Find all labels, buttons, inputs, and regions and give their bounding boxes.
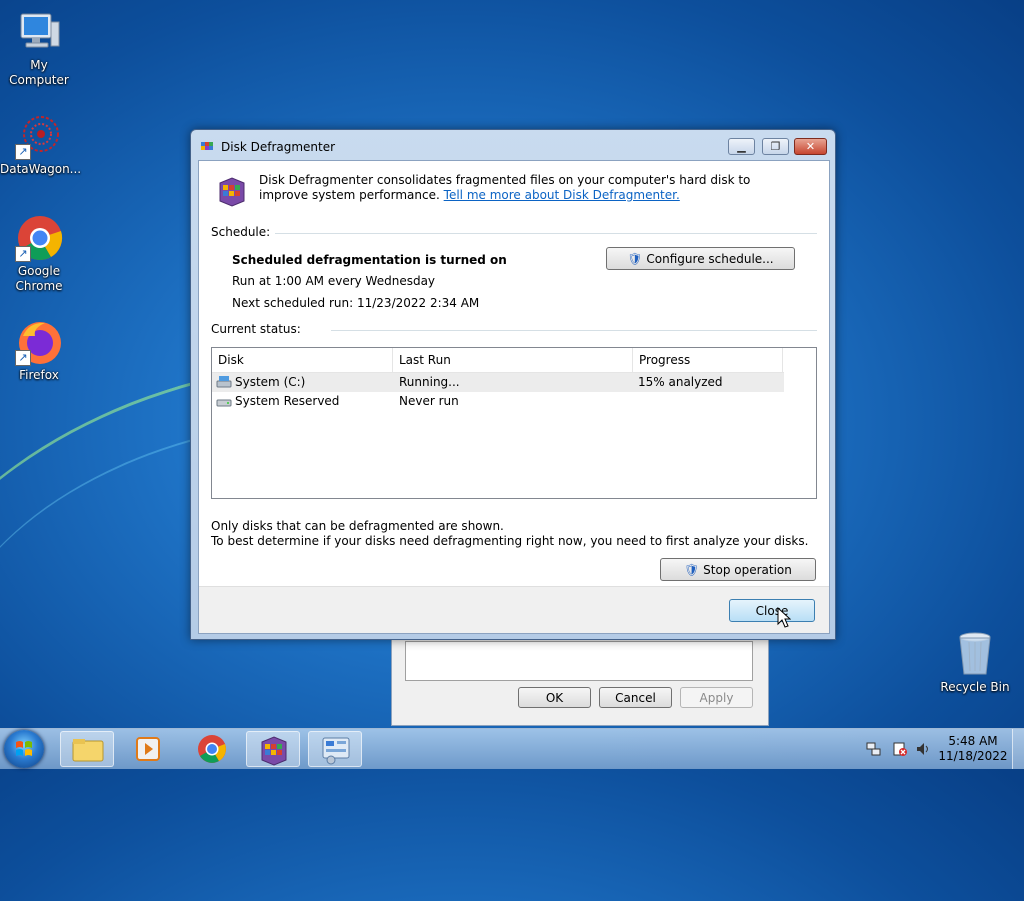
desktop-icon-label: DataWagon... [0,162,82,176]
network-icon[interactable] [866,741,882,761]
taskbar-explorer[interactable] [60,731,114,767]
action-center-icon[interactable] [892,741,908,761]
desktop-icon-label: Firefox [19,368,59,382]
desktop-icon-label: Recycle Bin [940,680,1010,694]
desktop-icon-label: Google Chrome [15,264,63,293]
ok-button[interactable]: OK [518,687,591,708]
disk-last-run: Running... [399,375,460,389]
column-header-progress[interactable]: Progress [633,348,783,372]
restore-icon: ❐ [770,140,781,153]
shortcut-arrow-icon: ↗ [15,350,31,366]
taskbar-media-player[interactable] [122,731,176,767]
media-player-icon [136,737,160,761]
disk-name: System (C:) [235,375,306,389]
schedule-heading: Schedule: [211,225,271,239]
title-bar[interactable]: Disk Defragmenter ▁ ❐ ✕ [191,130,835,160]
uac-shield-icon: 🛡 [684,563,700,577]
learn-more-link[interactable]: Tell me more about Disk Defragmenter. [444,188,680,202]
volume-icon[interactable] [915,741,931,761]
info-note: Only disks that can be defragmented are … [211,519,504,533]
configure-schedule-label: Configure schedule... [646,252,774,266]
recycle-bin-icon [951,630,999,678]
clock[interactable]: 5:48 AM 11/18/2022 [938,734,1008,764]
reserved-drive-icon [216,395,232,415]
firefox-icon: ↗ [15,318,63,366]
close-window-button[interactable]: ✕ [794,138,827,155]
description: Disk Defragmenter consolidates fragmente… [259,173,799,203]
background-dialog-panel [405,641,753,681]
show-desktop-button[interactable] [1012,729,1024,769]
taskbar: 5:48 AM 11/18/2022 [0,728,1024,769]
desktop-icon-label: My Computer [9,58,69,87]
maximize-button[interactable]: ❐ [762,138,789,155]
shortcut-arrow-icon: ↗ [15,144,31,160]
current-status-heading: Current status: [211,322,301,336]
chrome-icon [198,735,226,763]
defrag-app-icon [200,139,214,153]
taskbar-control-panel[interactable] [308,731,362,767]
schedule-divider [275,233,817,234]
disk-list[interactable]: Disk Last Run Progress System (C:) Runni… [211,347,817,499]
stop-operation-label: Stop operation [703,563,792,577]
desktop-icon-firefox[interactable]: ↗ Firefox [0,318,78,383]
column-header-last-run[interactable]: Last Run [393,348,633,372]
uac-shield-icon: 🛡 [627,252,643,266]
button-bar: Close [199,586,829,633]
desktop-icon-google-chrome[interactable]: ↗ Google Chrome [0,214,78,294]
next-scheduled-run: Next scheduled run: 11/23/2022 2:34 AM [232,296,480,310]
close-button[interactable]: Close [729,599,815,622]
disk-name: System Reserved [235,394,340,408]
cancel-button[interactable]: Cancel [599,687,672,708]
disk-row[interactable]: System (C:) Running... 15% analyzed [212,373,784,392]
window-client-area: Disk Defragmenter consolidates fragmente… [198,160,830,634]
defrag-icon [261,736,287,766]
clock-time: 5:48 AM [948,734,998,748]
defrag-icon [217,175,247,207]
desktop-icon-my-computer[interactable]: My Computer [0,8,78,88]
disk-list-header: Disk Last Run Progress [212,348,784,373]
schedule-status: Scheduled defragmentation is turned on [232,253,507,267]
control-panel-icon [322,737,350,765]
status-divider [331,330,817,331]
window-title: Disk Defragmenter [221,140,336,154]
schedule-run-at: Run at 1:00 AM every Wednesday [232,274,436,288]
info-note: To best determine if your disks need def… [211,534,809,548]
configure-schedule-button[interactable]: 🛡 Configure schedule... [606,247,795,270]
windows-logo-icon [16,741,32,756]
minimize-button[interactable]: ▁ [728,138,755,155]
chrome-icon: ↗ [15,214,63,262]
disk-row[interactable]: System Reserved Never run [212,392,784,411]
desktop-icon-datawagon[interactable]: ↗ DataWagon... [0,112,82,177]
disk-progress: 15% analyzed [638,375,723,389]
column-header-disk[interactable]: Disk [212,348,393,372]
clock-date: 11/18/2022 [938,749,1008,763]
folder-icon [72,739,104,762]
mouse-cursor [777,606,792,632]
taskbar-chrome[interactable] [185,731,239,767]
disk-defragmenter-window: Disk Defragmenter ▁ ❐ ✕ Disk Defragmente… [190,129,836,640]
minimize-icon: ▁ [737,140,746,153]
desktop-icon-recycle-bin[interactable]: Recycle Bin [936,630,1014,695]
taskbar-disk-defragmenter[interactable] [246,731,300,767]
close-icon: ✕ [805,140,816,153]
apply-button[interactable]: Apply [680,687,753,708]
computer-icon [15,8,63,56]
stop-operation-button[interactable]: 🛡 Stop operation [660,558,816,581]
info-notes: Only disks that can be defragmented are … [211,519,808,549]
start-button[interactable] [4,730,44,768]
datawagon-icon: ↗ [15,112,63,160]
disk-last-run: Never run [399,394,459,408]
shortcut-arrow-icon: ↗ [15,246,31,262]
